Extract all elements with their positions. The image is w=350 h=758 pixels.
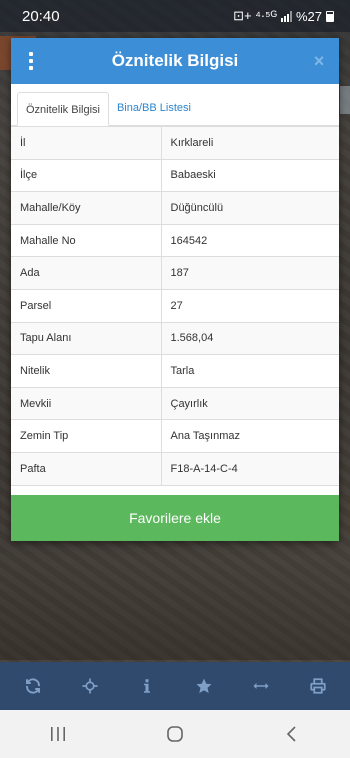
attribute-table: İl Kırklareli İlçe Babaeski Mahalle/Köy Düğ… <box>11 126 339 486</box>
measure-icon[interactable] <box>243 668 279 704</box>
row-key: Nitelik <box>11 354 162 388</box>
star-icon[interactable] <box>186 668 222 704</box>
table-row: İl Kırklareli <box>11 126 339 160</box>
status-indicators: ⊡+ ⁴·⁵ᴳ %27 <box>233 8 334 24</box>
dialog-title: Öznitelik Bilgisi <box>111 51 239 70</box>
home-icon[interactable] <box>145 714 205 754</box>
row-value: Kırklareli <box>160 126 339 160</box>
table-row: Mahalle No 164542 <box>11 223 339 258</box>
battery-icon <box>326 10 334 22</box>
locate-icon[interactable] <box>72 668 108 704</box>
table-row: Mevkii Çayırlık <box>11 386 339 421</box>
table-row: Pafta F18-A-14-C-4 <box>11 451 339 486</box>
row-key: Tapu Alanı <box>11 321 162 356</box>
battery-percent: %27 <box>295 8 322 24</box>
add-to-favorites-button[interactable]: Favorilere ekle <box>11 495 339 541</box>
tab-building-list[interactable]: Bina/BB Listesi <box>109 91 199 125</box>
info-icon[interactable] <box>129 668 165 704</box>
back-icon[interactable] <box>262 714 322 754</box>
table-row: İlçe Babaeski <box>11 158 339 193</box>
row-value: F18-A-14-C-4 <box>160 451 339 486</box>
kebab-menu-icon[interactable] <box>11 38 51 84</box>
row-key: Zemin Tip <box>11 419 162 453</box>
row-value: Ana Taşınmaz <box>160 419 339 453</box>
row-value: 164542 <box>160 223 339 258</box>
row-value: 187 <box>160 256 339 290</box>
row-key: Pafta <box>11 451 162 486</box>
android-navigation-bar <box>0 710 350 758</box>
refresh-icon[interactable] <box>15 668 51 704</box>
close-icon[interactable]: × <box>309 51 329 71</box>
row-key: İlçe <box>11 158 162 193</box>
status-bar: 20:40 ⊡+ ⁴·⁵ᴳ %27 <box>0 0 350 32</box>
row-key: İl <box>11 126 162 160</box>
dialog-header: Öznitelik Bilgisi × <box>11 38 339 84</box>
row-key: Mevkii <box>11 386 162 421</box>
row-key: Mahalle No <box>11 223 162 258</box>
row-key: Parsel <box>11 288 162 323</box>
table-row: Mahalle/Köy Düğüncülü <box>11 191 339 225</box>
tab-bar: Öznitelik Bilgisi Bina/BB Listesi <box>11 84 339 126</box>
map-toolbar <box>0 662 350 710</box>
row-value: Düğüncülü <box>160 191 339 225</box>
table-row: Nitelik Tarla <box>11 354 339 388</box>
row-value: Babaeski <box>160 158 339 193</box>
map-feature <box>340 86 350 114</box>
print-icon[interactable] <box>300 668 336 704</box>
row-value: 1.568,04 <box>160 321 339 356</box>
tab-attribute-info[interactable]: Öznitelik Bilgisi <box>17 92 109 126</box>
row-value: Çayırlık <box>160 386 339 421</box>
row-value: Tarla <box>160 354 339 388</box>
status-time: 20:40 <box>22 7 60 25</box>
attribute-dialog: Öznitelik Bilgisi × Öznitelik Bilgisi Bi… <box>11 38 339 541</box>
row-value: 27 <box>160 288 339 323</box>
table-row: Zemin Tip Ana Taşınmaz <box>11 419 339 453</box>
row-key: Ada <box>11 256 162 290</box>
recent-apps-icon[interactable] <box>28 714 88 754</box>
map-feature <box>0 560 350 660</box>
table-row: Parsel 27 <box>11 288 339 323</box>
table-row: Ada 187 <box>11 256 339 290</box>
row-key: Mahalle/Köy <box>11 191 162 225</box>
network-indicators: ⊡+ ⁴·⁵ᴳ <box>233 8 277 23</box>
signal-icon <box>280 10 292 22</box>
table-row: Tapu Alanı 1.568,04 <box>11 321 339 356</box>
